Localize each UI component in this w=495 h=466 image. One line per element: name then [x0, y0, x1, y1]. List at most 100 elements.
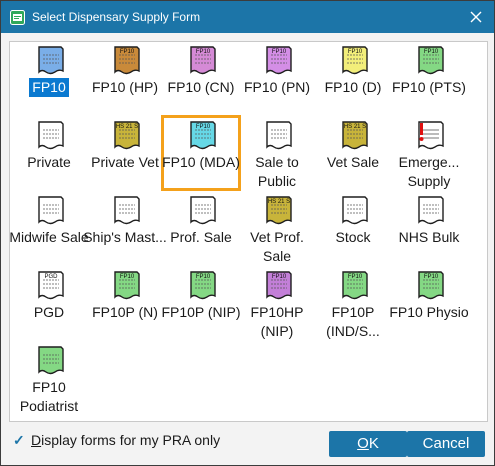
form-tile-label: Vet Sale — [326, 154, 380, 170]
form-tile-label: FP10 (CN) — [167, 79, 235, 95]
form-code-label: FP10 — [196, 124, 211, 130]
form-tile[interactable]: Private — [11, 117, 87, 189]
cancel-button[interactable]: Cancel — [407, 431, 485, 457]
form-tile[interactable]: Stock — [315, 192, 391, 264]
form-tile-label: Emerge... Supply — [398, 154, 460, 189]
checkbox-accelerator: D — [31, 432, 42, 448]
private-form-icon — [38, 121, 64, 150]
dispensary-supply-dialog: Select Dispensary Supply Form FP10 FP10 FP… — [0, 0, 495, 466]
form-code-label: FP10 — [424, 274, 439, 280]
app-icon — [10, 10, 25, 25]
form-tile-label: FP10P (IND/S... — [326, 304, 380, 339]
sale-form-icon — [266, 121, 292, 150]
form-tile[interactable]: FP10 FP10 (CN) — [163, 42, 239, 114]
form-tile[interactable]: FP10 Podiatrist — [11, 342, 87, 414]
form-tile-label: Stock — [335, 229, 371, 245]
midwife-form-icon — [38, 196, 64, 225]
form-code-label: HS 21 S — [344, 124, 366, 130]
cn-form-icon: FP10 — [190, 46, 216, 75]
form-tile-label: PGD — [33, 304, 65, 320]
form-tile[interactable]: FP10 FP10HP (NIP) — [239, 267, 315, 339]
stock-form-icon — [342, 196, 368, 225]
form-tile[interactable]: Prof. Sale — [163, 192, 239, 264]
form-tile[interactable]: HS 21 S Vet Sale — [315, 117, 391, 189]
form-tile-label: FP10 (D) — [324, 79, 382, 95]
form-code-label: FP10 — [272, 274, 287, 280]
form-tile[interactable]: FP10 FP10 (D) — [315, 42, 391, 114]
form-code-label: FP10 — [348, 274, 363, 280]
pts-form-icon: FP10 — [418, 46, 444, 75]
pn-form-icon: FP10 — [266, 46, 292, 75]
form-tile[interactable]: FP10 FP10 (PTS) — [391, 42, 467, 114]
close-button[interactable] — [458, 1, 494, 33]
cancel-label: Cancel — [422, 435, 470, 452]
form-code-label: FP10 — [348, 49, 363, 55]
form-tile-label: Private — [27, 154, 71, 170]
physio-form-icon: FP10 — [418, 271, 444, 300]
prof-sale-form-icon — [190, 196, 216, 225]
fp10p-ind-form-icon: FP10 — [342, 271, 368, 300]
ok-button[interactable]: OK — [329, 431, 407, 457]
window-title: Select Dispensary Supply Form — [32, 10, 201, 24]
form-tile[interactable]: NHS Bulk — [391, 192, 467, 264]
ok-label: K — [368, 435, 379, 452]
fp10p-n-form-icon: FP10 — [114, 271, 140, 300]
form-tile[interactable]: FP10 FP10P (IND/S... — [315, 267, 391, 339]
form-tile[interactable]: FP10 FP10 Physio — [389, 267, 469, 339]
form-tile-label: FP10 — [29, 78, 69, 97]
form-code-label: FP10 — [424, 49, 439, 55]
form-code-label: FP10 — [120, 49, 135, 55]
form-tile-label: FP10 (PN) — [243, 79, 311, 95]
form-tile[interactable]: Emerge... Supply — [391, 117, 467, 189]
form-tile[interactable]: FP10 FP10P (N) — [87, 267, 163, 339]
form-tile[interactable]: Sale to Public — [239, 117, 315, 189]
form-tile[interactable]: Ship's Mast... — [83, 192, 167, 264]
form-tile-label: NHS Bulk — [398, 229, 460, 245]
vet-prof-form-icon: HS 21 S — [266, 196, 292, 225]
form-tile-label: FP10 (MDA) — [162, 154, 240, 170]
form-tile-label: Midwife Sale — [9, 229, 89, 245]
emergency-form-icon — [418, 121, 444, 150]
vet-sale-form-icon: HS 21 S — [342, 121, 368, 150]
form-tile[interactable]: Midwife Sale — [9, 192, 89, 264]
form-code-label: FP10 — [196, 49, 211, 55]
form-tile[interactable]: FP10 FP10 (PN) — [239, 42, 315, 114]
form-tile[interactable]: FP10 FP10 (MDA) — [161, 115, 241, 191]
form-code-label: HS 21 S — [268, 199, 290, 205]
ships-master-form-icon — [114, 196, 140, 225]
form-tile-label: FP10 (PTS) — [392, 79, 466, 95]
form-tile[interactable]: HS 21 S Vet Prof. Sale — [239, 192, 315, 264]
form-tile-label: FP10 (HP) — [91, 79, 159, 95]
checkmark-icon: ✓ — [13, 432, 25, 448]
form-tile-label: Sale to Public — [255, 154, 299, 189]
mda-form-icon: FP10 — [190, 121, 216, 150]
form-tile[interactable]: FP10 FP10P (NIP) — [161, 267, 241, 339]
hp-form-icon: FP10 — [114, 46, 140, 75]
close-icon — [470, 11, 482, 23]
form-code-label: FP10 — [196, 274, 211, 280]
podiatrist-form-icon — [38, 346, 64, 375]
form-tile[interactable]: PGD PGD — [11, 267, 87, 339]
form-tile-label: Private Vet — [91, 154, 159, 170]
form-code-label: HS 21 S — [116, 124, 138, 130]
form-tile-label: FP10HP (NIP) — [250, 304, 304, 339]
form-tile-label: FP10 Physio — [389, 304, 469, 320]
form-tile[interactable]: FP10 — [11, 42, 87, 114]
pra-only-checkbox[interactable]: ✓ Display forms for my PRA only — [13, 431, 220, 449]
form-tile-label: Vet Prof. Sale — [250, 229, 304, 264]
form-tile-label: FP10 Podiatrist — [19, 379, 79, 414]
blue-form-icon — [38, 46, 64, 75]
private-vet-form-icon: HS 21 S — [114, 121, 140, 150]
form-code-label: FP10 — [120, 274, 135, 280]
form-tile[interactable]: HS 21 S Private Vet — [87, 117, 163, 189]
form-code-label: PGD — [44, 274, 58, 280]
checkbox-label: isplay forms for my PRA only — [41, 432, 221, 448]
form-grid: FP10 FP10 FP10 (HP) FP10 FP10 (CN) FP10 FP10 (… — [9, 41, 488, 422]
title-bar: Select Dispensary Supply Form — [1, 1, 494, 33]
dental-form-icon: FP10 — [342, 46, 368, 75]
form-tile-label: Prof. Sale — [170, 229, 232, 245]
form-tile[interactable]: FP10 FP10 (HP) — [87, 42, 163, 114]
form-code-label: FP10 — [272, 49, 287, 55]
fp10p-nip-form-icon: FP10 — [190, 271, 216, 300]
pgd-form-icon: PGD — [38, 271, 64, 300]
